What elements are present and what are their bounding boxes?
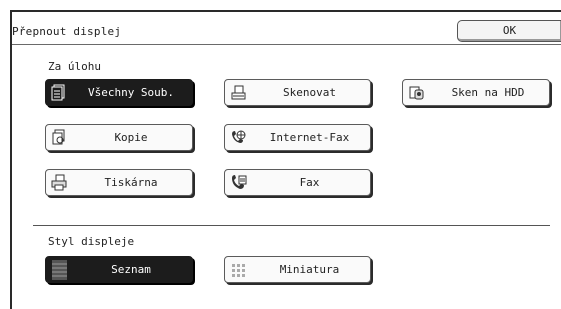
- scan-hdd-button[interactable]: Sken na HDD: [402, 79, 550, 106]
- all-files-button[interactable]: Všechny Soub.: [45, 79, 193, 106]
- page-title: Přepnout displej: [12, 25, 122, 38]
- scan-hdd-icon: [408, 84, 425, 101]
- scan-label: Skenovat: [283, 86, 336, 99]
- ok-button[interactable]: OK: [457, 20, 561, 42]
- copy-button[interactable]: Kopie: [45, 124, 193, 151]
- printer-icon: [51, 174, 68, 191]
- display-switch-screen: Přepnout displej OK Za úlohu Všechny Sou…: [0, 0, 561, 309]
- thumbnail-view-icon: [230, 261, 247, 278]
- thumbnail-view-button[interactable]: Miniatura: [224, 256, 371, 283]
- frame-left-border: [10, 10, 12, 309]
- scan-button[interactable]: Skenovat: [224, 79, 371, 106]
- fax-icon: [230, 174, 247, 191]
- list-view-label: Seznam: [111, 263, 151, 276]
- section-divider: [33, 225, 550, 226]
- internet-fax-icon: [230, 129, 247, 146]
- list-view-icon: [51, 259, 68, 281]
- printer-button[interactable]: Tiskárna: [45, 169, 193, 196]
- scan-hdd-label: Sken na HDD: [451, 86, 525, 99]
- thumbnail-view-label: Miniatura: [279, 263, 340, 276]
- list-view-button[interactable]: Seznam: [45, 256, 193, 283]
- copy-icon: [51, 129, 68, 146]
- style-section-label: Styl displeje: [48, 235, 135, 248]
- fax-button[interactable]: Fax: [224, 169, 371, 196]
- internet-fax-button[interactable]: Internet-Fax: [224, 124, 371, 151]
- all-files-label: Všechny Soub.: [87, 86, 175, 99]
- printer-label: Tiskárna: [104, 176, 158, 189]
- fax-label: Fax: [299, 176, 320, 189]
- scan-icon: [230, 84, 247, 101]
- title-separator: [12, 44, 561, 45]
- copy-label: Kopie: [114, 131, 148, 144]
- job-section-label: Za úlohu: [48, 60, 101, 73]
- all-files-icon: [51, 84, 68, 101]
- internet-fax-label: Internet-Fax: [269, 131, 350, 144]
